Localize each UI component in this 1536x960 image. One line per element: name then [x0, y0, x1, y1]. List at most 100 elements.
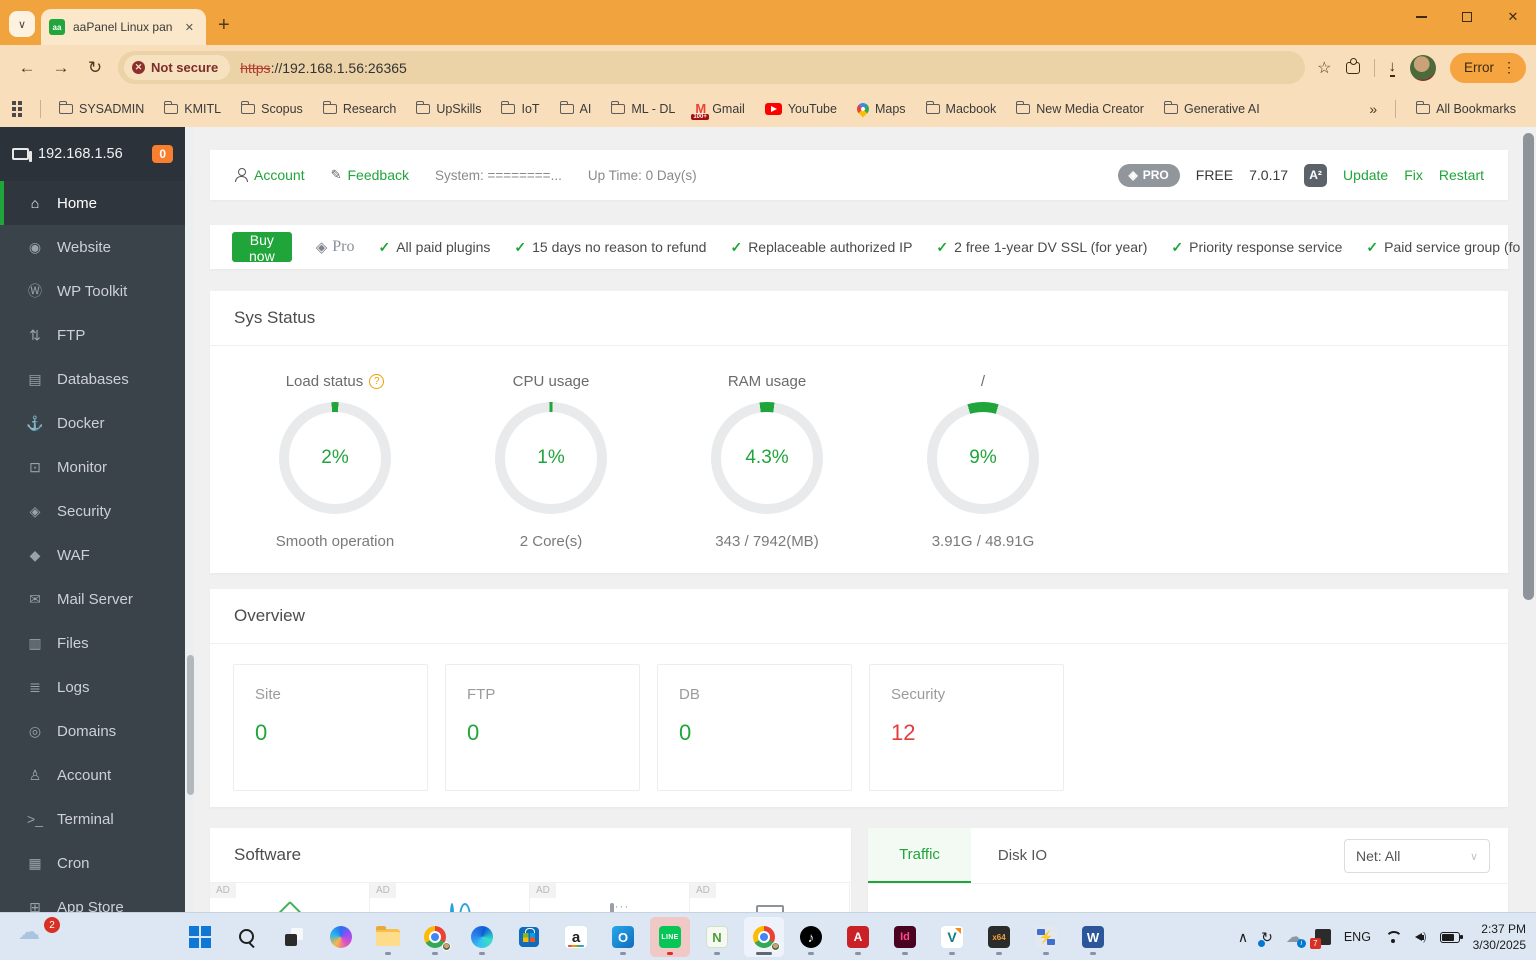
fix-link[interactable]: Fix [1404, 167, 1423, 183]
onedrive-cloud-icon[interactable]: ☁ [1286, 927, 1306, 948]
extensions-icon[interactable] [1345, 57, 1360, 74]
sidebar-server-header[interactable]: 192.168.1.56 0 [0, 127, 185, 181]
minimize-button[interactable] [1398, 0, 1444, 34]
bookmark-folder-generative-ai[interactable]: Generative AI [1156, 98, 1268, 120]
sidebar-item[interactable]: ◎ Domains [0, 709, 185, 753]
bookmark-folder-kmitl[interactable]: KMITL [156, 98, 229, 120]
chrome-profile1-button[interactable] [415, 917, 455, 957]
software-ad-card[interactable]: AD [530, 883, 690, 912]
language-indicator[interactable]: ENG [1344, 930, 1371, 944]
page-scrollbar-thumb[interactable] [1523, 133, 1534, 600]
sidebar-item[interactable]: ⊞ App Store [0, 885, 185, 913]
file-transfer-button[interactable]: ⚡ [1026, 917, 1066, 957]
maximize-button[interactable] [1444, 0, 1490, 34]
sidebar-scrollbar-thumb[interactable] [186, 655, 194, 795]
message-count-badge[interactable]: 0 [152, 145, 173, 163]
indesign-button[interactable]: Id [885, 917, 925, 957]
new-tab-button[interactable]: + [218, 14, 230, 37]
tab-disk-io[interactable]: Disk IO [971, 828, 1074, 883]
bookmark-folder-ai[interactable]: AI [552, 98, 600, 120]
x64dbg-button[interactable]: x64 [979, 917, 1019, 957]
tray-app-icon[interactable]: 7 [1309, 929, 1331, 949]
notepadpp-button[interactable]: N [697, 917, 737, 957]
close-button[interactable]: ✕ [1490, 0, 1536, 34]
software-ad-card[interactable]: AD [210, 883, 370, 912]
sidebar-item[interactable]: ▥ Files [0, 621, 185, 665]
wifi-icon[interactable] [1384, 931, 1402, 944]
address-bar[interactable]: ✕ Not secure https://192.168.1.56:26365 [118, 51, 1306, 84]
sidebar-item[interactable]: ⊡ Monitor [0, 445, 185, 489]
sidebar-item[interactable]: ⇅ FTP [0, 313, 185, 357]
sidebar-item[interactable]: ⚓ Docker [0, 401, 185, 445]
bookmark-youtube[interactable]: YouTube [757, 98, 845, 120]
browser-tab[interactable]: aa aaPanel Linux panel ✕ [41, 9, 206, 45]
amazon-button[interactable]: a [556, 917, 596, 957]
bookmark-folder-sysadmin[interactable]: SYSADMIN [51, 98, 152, 120]
edge-button[interactable] [462, 917, 502, 957]
microsoft-store-button[interactable] [509, 917, 549, 957]
buy-now-button[interactable]: Buy now [232, 232, 292, 264]
not-secure-chip[interactable]: ✕ Not secure [124, 55, 231, 80]
restart-link[interactable]: Restart [1439, 167, 1484, 183]
sidebar-item[interactable]: ◆ WAF [0, 533, 185, 577]
sidebar-item[interactable]: Ⓦ WP Toolkit [0, 269, 185, 313]
pro-badge[interactable]: ◈ PRO [1117, 163, 1180, 187]
bookmark-folder-ml-dl[interactable]: ML - DL [603, 98, 683, 120]
sidebar-scrollbar[interactable] [186, 127, 194, 912]
v-app-button[interactable]: V [932, 917, 972, 957]
overview-stat-card[interactable]: Site 0 [233, 664, 428, 791]
forward-button[interactable]: → [44, 51, 78, 85]
feedback-link[interactable]: ✎ Feedback [331, 167, 409, 183]
file-explorer-button[interactable] [368, 917, 408, 957]
bookmark-folder-research[interactable]: Research [315, 98, 405, 120]
help-icon[interactable]: ? [369, 374, 385, 389]
sidebar-item[interactable]: ▤ Databases [0, 357, 185, 401]
translate-icon[interactable]: A² [1304, 163, 1328, 187]
sidebar-item[interactable]: ≣ Logs [0, 665, 185, 709]
bookmark-star-icon[interactable]: ☆ [1317, 58, 1331, 78]
bookmark-folder-upskills[interactable]: UpSkills [408, 98, 489, 120]
sidebar-item[interactable]: ▦ Cron [0, 841, 185, 885]
tab-close-icon[interactable]: ✕ [181, 19, 198, 36]
copilot-button[interactable] [321, 917, 361, 957]
outlook-button[interactable]: O [603, 917, 643, 957]
account-link[interactable]: Account [234, 167, 305, 183]
net-select-dropdown[interactable]: Net: All ∨ [1344, 839, 1490, 873]
overview-stat-card[interactable]: Security 12 [869, 664, 1064, 791]
software-ad-card[interactable]: AD [690, 883, 850, 912]
battery-icon[interactable] [1439, 931, 1463, 943]
task-view-button[interactable] [274, 917, 314, 957]
reload-button[interactable]: ↻ [78, 51, 112, 85]
sidebar-item[interactable]: >_ Terminal [0, 797, 185, 841]
apps-grid-icon[interactable] [12, 100, 22, 117]
tiktok-button[interactable]: ♪ [791, 917, 831, 957]
overview-stat-card[interactable]: FTP 0 [445, 664, 640, 791]
bookmark-folder-macbook[interactable]: Macbook [918, 98, 1005, 120]
downloads-icon[interactable]: ↓ [1389, 58, 1396, 77]
tab-traffic[interactable]: Traffic [868, 828, 971, 883]
browser-menu-error-button[interactable]: Error ⋮ [1450, 52, 1526, 83]
profile-avatar[interactable] [1410, 54, 1436, 81]
all-bookmarks-button[interactable]: All Bookmarks [1408, 98, 1524, 120]
sync-icon[interactable]: ↻ [1258, 929, 1273, 947]
bookmark-maps[interactable]: Maps [849, 98, 914, 120]
bookmark-folder-new-media-creator[interactable]: New Media Creator [1008, 98, 1152, 120]
sidebar-item[interactable]: ◈ Security [0, 489, 185, 533]
bookmark-folder-iot[interactable]: IoT [493, 98, 547, 120]
start-button[interactable] [180, 917, 220, 957]
taskbar-clock[interactable]: 2:37 PM 3/30/2025 [1473, 921, 1526, 953]
software-ad-card[interactable]: AD [370, 883, 530, 912]
sidebar-item[interactable]: ♙ Account [0, 753, 185, 797]
page-scrollbar[interactable] [1521, 127, 1536, 912]
tab-search-button[interactable]: ∨ [9, 11, 35, 37]
sidebar-item[interactable]: ⌂ Home [0, 181, 185, 225]
back-button[interactable]: ← [10, 51, 44, 85]
volume-icon[interactable]: ) [1414, 931, 1427, 943]
bookmark-folder-scopus[interactable]: Scopus [233, 98, 311, 120]
tray-chevron-up-icon[interactable]: ∧ [1238, 929, 1248, 946]
taskbar-weather-widget[interactable]: ☁ 2 [18, 917, 62, 955]
word-button[interactable]: W [1073, 917, 1113, 957]
line-button[interactable]: LINE [650, 917, 690, 957]
update-link[interactable]: Update [1343, 167, 1388, 183]
chrome-profile2-button[interactable] [744, 917, 784, 957]
